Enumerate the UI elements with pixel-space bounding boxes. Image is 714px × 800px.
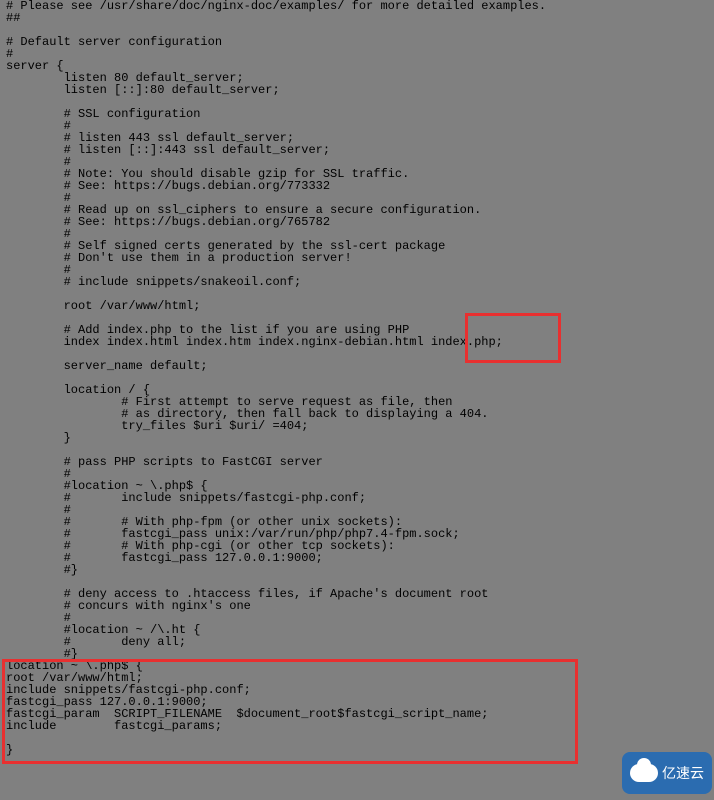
code-line: # concurs with nginx's one [6,600,708,612]
yisu-logo: 亿速云 [622,752,712,794]
config-file-content: # Please see /usr/share/doc/nginx-doc/ex… [6,0,708,756]
code-line: root /var/www/html; [6,300,708,312]
code-line: listen [::]:80 default_server; [6,84,708,96]
code-line: # deny all; [6,636,708,648]
code-line: try_files $uri $uri/ =404; [6,420,708,432]
code-line: } [6,744,708,756]
code-line: server_name default; [6,360,708,372]
code-line: # See: https://bugs.debian.org/765782 [6,216,708,228]
code-line: index index.html index.htm index.nginx-d… [6,336,708,348]
code-line: # include snippets/snakeoil.conf; [6,276,708,288]
code-line: # listen [::]:443 ssl default_server; [6,144,708,156]
code-line: # See: https://bugs.debian.org/773332 [6,180,708,192]
code-line: # Default server configuration [6,36,708,48]
code-line: # fastcgi_pass 127.0.0.1:9000; [6,552,708,564]
code-line: # pass PHP scripts to FastCGI server [6,456,708,468]
code-line: # include snippets/fastcgi-php.conf; [6,492,708,504]
code-line [6,732,708,744]
code-line: ## [6,12,708,24]
code-line: # SSL configuration [6,108,708,120]
code-line: # Please see /usr/share/doc/nginx-doc/ex… [6,0,708,12]
cloud-icon [630,764,658,782]
code-line: #} [6,564,708,576]
logo-text: 亿速云 [662,767,704,779]
code-line: # Don't use them in a production server! [6,252,708,264]
code-line: include fastcgi_params; [6,720,708,732]
code-line: } [6,432,708,444]
code-line: # [6,48,708,60]
